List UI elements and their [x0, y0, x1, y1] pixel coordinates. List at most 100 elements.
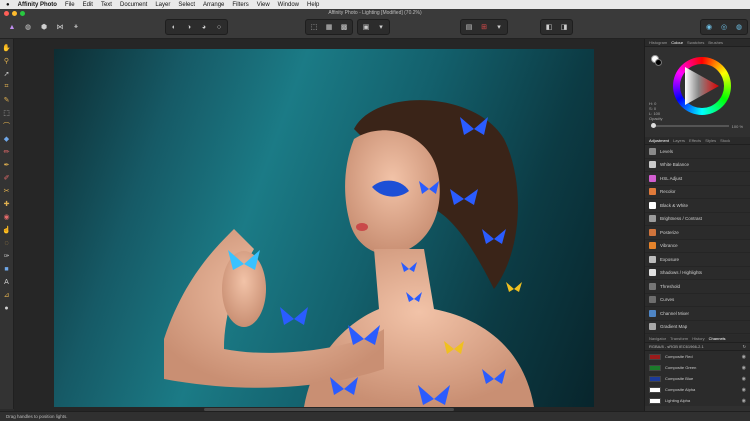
menu-arrange[interactable]: Arrange: [203, 2, 224, 8]
menu-select[interactable]: Select: [178, 2, 195, 8]
chevron-down-icon[interactable]: ▾: [375, 21, 387, 33]
tab-colour[interactable]: Colour: [671, 40, 683, 45]
color-picker-icon[interactable]: ✒: [2, 160, 12, 170]
move-tool-icon[interactable]: ➚: [2, 69, 12, 79]
pen-tool-icon[interactable]: ✑: [2, 251, 12, 261]
color-swatch-icon[interactable]: ●: [2, 303, 12, 313]
tab-channels[interactable]: Channels: [709, 336, 726, 341]
eye-icon[interactable]: ◉: [742, 387, 746, 393]
adjustment-item[interactable]: Shadows / Highlights: [645, 267, 750, 280]
auto-colors-icon[interactable]: ◕: [198, 21, 210, 33]
tab-history[interactable]: History: [692, 336, 704, 341]
adjustment-item[interactable]: Black & White: [645, 199, 750, 213]
menu-file[interactable]: File: [65, 2, 75, 8]
assistant-icon[interactable]: ◎: [718, 21, 730, 33]
apple-icon[interactable]: ●: [6, 2, 10, 8]
freehand-selection-icon[interactable]: ⌒: [2, 121, 12, 131]
eye-icon[interactable]: ◉: [742, 354, 746, 360]
menu-text[interactable]: Text: [101, 2, 112, 8]
adjustment-item[interactable]: White Balance: [645, 159, 750, 172]
photo-persona-icon[interactable]: ▲: [6, 21, 18, 33]
snapping-icon[interactable]: ⊞: [478, 21, 490, 33]
menu-filters[interactable]: Filters: [232, 2, 248, 8]
view-tool-icon[interactable]: ✋: [2, 43, 12, 53]
blur-brush-icon[interactable]: ◌: [2, 238, 12, 248]
channel-item[interactable]: Lighting Alpha ◉: [645, 395, 750, 406]
menu-edit[interactable]: Edit: [83, 2, 93, 8]
tab-swatches[interactable]: Swatches: [687, 40, 704, 45]
adjustment-item[interactable]: Posterize: [645, 226, 750, 240]
channel-item[interactable]: Composite Green ◉: [645, 362, 750, 373]
secondary-colour-swatch[interactable]: [655, 59, 662, 66]
export-persona-icon[interactable]: ⚹: [70, 21, 82, 33]
menu-window[interactable]: Window: [278, 2, 299, 8]
tab-histogram[interactable]: Histogram: [649, 40, 667, 45]
auto-contrast-icon[interactable]: ◑: [183, 21, 195, 33]
document-photo[interactable]: [54, 49, 594, 407]
tone-mapping-persona-icon[interactable]: ⋈: [54, 21, 66, 33]
adjustment-item[interactable]: Curves: [645, 294, 750, 307]
quick-mask-icon[interactable]: ▣: [360, 21, 372, 33]
refresh-icon[interactable]: ↻: [743, 344, 746, 349]
fill-stroke-swatch[interactable]: [651, 55, 662, 66]
adjustment-item[interactable]: Levels: [645, 145, 750, 159]
menu-help[interactable]: Help: [307, 2, 319, 8]
view-mode-icon[interactable]: ◉: [703, 21, 715, 33]
zoom-tool-icon[interactable]: ⚲: [2, 56, 12, 66]
tab-effects[interactable]: Effects: [689, 138, 701, 143]
channel-item[interactable]: Composite Red ◉: [645, 351, 750, 362]
eye-icon[interactable]: ◉: [742, 365, 746, 371]
shape-tool-icon[interactable]: ■: [2, 264, 12, 274]
invert-selection-icon[interactable]: ▩: [338, 21, 350, 33]
liquify-persona-icon[interactable]: ◍: [22, 21, 34, 33]
flood-fill-icon[interactable]: ◆: [2, 134, 12, 144]
menu-view[interactable]: View: [257, 2, 270, 8]
eye-icon[interactable]: ◉: [742, 398, 746, 404]
adjustment-item[interactable]: Vibrance: [645, 240, 750, 253]
select-all-icon[interactable]: ⬚: [308, 21, 320, 33]
smudge-brush-icon[interactable]: ☝: [2, 225, 12, 235]
gradient-tool-icon[interactable]: ⊿: [2, 290, 12, 300]
auto-levels-icon[interactable]: ◐: [168, 21, 180, 33]
adjustment-item[interactable]: Recolor: [645, 186, 750, 199]
selection-brush-icon[interactable]: ✎: [2, 95, 12, 105]
tab-transform[interactable]: Transform: [670, 336, 688, 341]
paint-brush-icon[interactable]: ✏: [2, 147, 12, 157]
tab-adjustment[interactable]: Adjustment: [649, 138, 669, 143]
text-tool-icon[interactable]: A: [2, 277, 12, 287]
develop-persona-icon[interactable]: ⬢: [38, 21, 50, 33]
tab-layers[interactable]: Layers: [673, 138, 685, 143]
arrange-forward-icon[interactable]: ◨: [558, 21, 570, 33]
clone-brush-icon[interactable]: ✂: [2, 186, 12, 196]
healing-brush-icon[interactable]: ✚: [2, 199, 12, 209]
menu-document[interactable]: Document: [120, 2, 147, 8]
red-eye-icon[interactable]: ◉: [2, 212, 12, 222]
marquee-tool-icon[interactable]: ⬚: [2, 108, 12, 118]
adjustment-item[interactable]: Channel Mixer: [645, 307, 750, 321]
arrange-back-icon[interactable]: ◧: [543, 21, 555, 33]
auto-white-balance-icon[interactable]: ○: [213, 21, 225, 33]
colour-wheel[interactable]: [673, 57, 731, 115]
adjustment-item[interactable]: HSL Adjust: [645, 172, 750, 186]
opacity-slider-knob[interactable]: [651, 123, 656, 128]
channel-item[interactable]: Composite Alpha ◉: [645, 384, 750, 395]
tab-brushes[interactable]: Brushes: [708, 40, 723, 45]
tab-navigator[interactable]: Navigator: [649, 336, 666, 341]
deselect-icon[interactable]: ▦: [323, 21, 335, 33]
canvas-area[interactable]: [14, 39, 644, 411]
mode-icon[interactable]: ▤: [463, 21, 475, 33]
channel-item[interactable]: Composite Blue ◉: [645, 373, 750, 384]
menu-layer[interactable]: Layer: [155, 2, 170, 8]
opacity-value[interactable]: 100 %: [732, 124, 743, 129]
adjustment-item[interactable]: Brightness / Contrast: [645, 213, 750, 226]
settings-icon[interactable]: ◍: [733, 21, 745, 33]
opacity-slider[interactable]: [651, 123, 729, 128]
adjustment-item[interactable]: Gradient Map: [645, 321, 750, 334]
tab-stock[interactable]: Stock: [720, 138, 730, 143]
adjustment-item[interactable]: Exposure: [645, 253, 750, 267]
dodge-brush-icon[interactable]: ✐: [2, 173, 12, 183]
snapping-options-icon[interactable]: ▾: [493, 21, 505, 33]
crop-tool-icon[interactable]: ⌗: [2, 82, 12, 92]
adjustment-item[interactable]: Threshold: [645, 280, 750, 294]
eye-icon[interactable]: ◉: [742, 376, 746, 382]
